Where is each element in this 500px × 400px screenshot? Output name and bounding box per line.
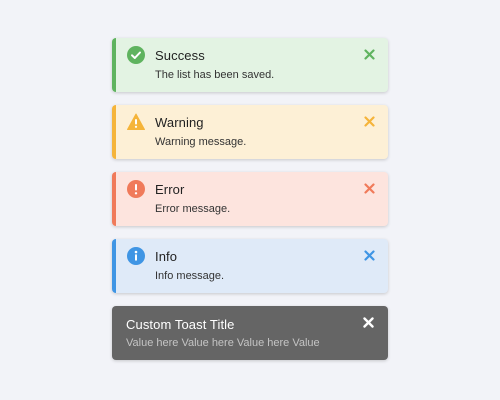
toast-accent-bar <box>112 172 116 226</box>
toast-message: The list has been saved. <box>155 69 275 81</box>
toast-accent-bar <box>112 38 116 92</box>
toast-accent-bar <box>112 105 116 159</box>
info-circle-icon <box>127 247 145 265</box>
toast-message: Info message. <box>155 270 225 282</box>
toast-message: Error message. <box>155 203 231 215</box>
toast-title: Error <box>155 182 185 197</box>
close-icon[interactable] <box>364 49 375 60</box>
close-icon[interactable] <box>364 250 375 261</box>
warning-triangle-icon <box>127 113 145 130</box>
close-icon[interactable] <box>363 317 374 328</box>
close-icon[interactable] <box>364 116 375 127</box>
toast-success: Success The list has been saved. <box>112 38 388 92</box>
toast-custom: Custom Toast Title Value here Value here… <box>112 306 388 360</box>
toast-title: Info <box>155 249 178 264</box>
close-icon[interactable] <box>364 183 375 194</box>
toast-title: Warning <box>155 115 204 130</box>
toast-stack: Success The list has been saved. Warning… <box>112 38 388 373</box>
toast-title: Success <box>155 48 205 63</box>
toast-info: Info Info message. <box>112 239 388 293</box>
toast-title: Custom Toast Title <box>126 317 235 332</box>
toast-error: Error Error message. <box>112 172 388 226</box>
exclamation-circle-icon <box>127 180 145 198</box>
toast-message: Value here Value here Value here Value <box>126 337 320 349</box>
toast-accent-bar <box>112 239 116 293</box>
toast-warning: Warning Warning message. <box>112 105 388 159</box>
check-circle-icon <box>127 46 145 64</box>
toast-message: Warning message. <box>155 136 247 148</box>
